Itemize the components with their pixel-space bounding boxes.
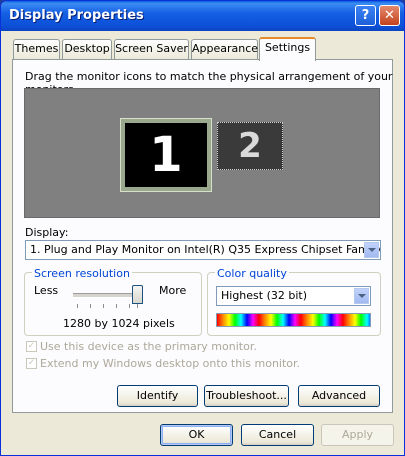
color-spectrum-bar [216,313,371,327]
display-label: Display: [25,226,69,239]
color-quality-title: Color quality [215,267,289,280]
identify-button[interactable]: Identify [117,385,198,407]
slider-tick [103,304,104,308]
advanced-button[interactable]: Advanced [298,385,380,407]
resolution-less-label: Less [34,284,59,297]
resolution-slider-thumb[interactable] [132,285,143,304]
display-select[interactable]: 1. Plug and Play Monitor on Intel(R) Q35… [25,240,381,260]
cancel-button[interactable]: Cancel [241,424,314,446]
primary-monitor-checkbox[interactable]: ✓ [26,341,37,352]
slider-tick [129,304,130,308]
ok-button[interactable]: OK [160,424,233,446]
troubleshoot-button[interactable]: Troubleshoot... [204,385,289,407]
window-title: Display Properties [9,8,144,23]
monitor-2-icon[interactable]: 2 [217,122,283,170]
chevron-down-icon[interactable] [354,288,369,304]
tab-settings[interactable]: Settings [259,37,316,61]
screen-resolution-title: Screen resolution [32,267,132,280]
slider-tick [77,304,78,308]
monitor-1-icon[interactable]: 1 [120,118,212,192]
tab-appearance[interactable]: Appearance [191,39,258,59]
tab-desktop[interactable]: Desktop [62,39,112,59]
close-button[interactable]: ✕ [379,5,400,26]
color-quality-value: Highest (32 bit) [221,289,308,302]
monitor-2-number: 2 [238,126,262,166]
extend-desktop-checkbox[interactable]: ✓ [26,358,37,369]
slider-tick [116,304,117,308]
monitor-arrangement-area[interactable]: 1 2 [24,88,380,218]
resolution-more-label: More [159,284,187,297]
tab-screen-saver[interactable]: Screen Saver [114,39,189,59]
help-button[interactable]: ? [355,5,376,26]
apply-button[interactable]: Apply [321,424,394,446]
color-quality-select[interactable]: Highest (32 bit) [216,286,371,306]
tab-themes[interactable]: Themes [13,39,60,59]
display-select-value: 1. Plug and Play Monitor on Intel(R) Q35… [30,243,381,256]
slider-tick [90,304,91,308]
slider-tick [137,304,138,308]
extend-desktop-label: Extend my Windows desktop onto this moni… [40,357,301,370]
display-properties-window: Display Properties ? ✕ Themes Desktop Sc… [0,0,405,456]
chevron-down-icon[interactable] [364,242,379,258]
monitor-1-number: 1 [149,127,183,183]
primary-monitor-label: Use this device as the primary monitor. [40,340,257,353]
title-bar[interactable]: Display Properties ? ✕ [1,1,404,31]
resolution-value-text: 1280 by 1024 pixels [63,317,175,330]
